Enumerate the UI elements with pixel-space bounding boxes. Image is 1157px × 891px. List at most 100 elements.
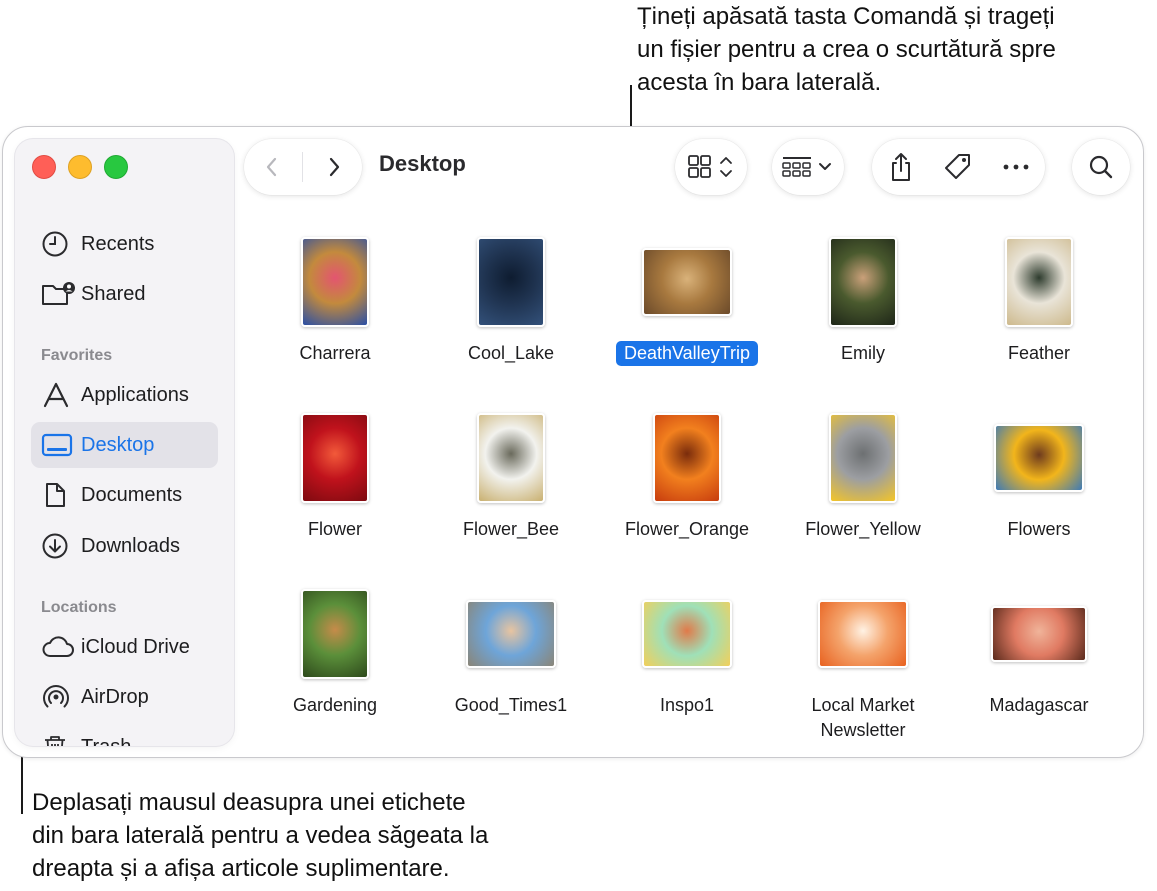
more-button[interactable] [991, 142, 1041, 192]
callout-bottom-line-2: din bara laterală pentru a vedea săgeata… [32, 822, 489, 849]
file-item[interactable]: Local Market Newsletter [775, 579, 951, 743]
file-thumbnail-area [951, 227, 1127, 337]
applications-icon [41, 380, 77, 410]
file-thumbnail[interactable] [301, 589, 369, 679]
actions-group [872, 139, 1045, 195]
search-button[interactable] [1072, 139, 1130, 195]
file-item[interactable]: Feather [951, 227, 1127, 366]
file-item[interactable]: Good_Times1 [423, 579, 599, 718]
file-item[interactable]: Flower_Orange [599, 403, 775, 542]
file-thumbnail[interactable] [653, 413, 721, 503]
locations-header[interactable]: Locations [41, 599, 117, 617]
file-item[interactable]: Emily [775, 227, 951, 366]
file-thumbnail[interactable] [818, 600, 908, 668]
file-item[interactable]: Flower_Yellow [775, 403, 951, 542]
file-label-wrap: Good_Times1 [423, 693, 599, 718]
sidebar-item-documents[interactable]: Documents [31, 472, 218, 518]
file-name[interactable]: Inspo1 [652, 693, 722, 718]
file-item[interactable]: Madagascar [951, 579, 1127, 718]
file-thumbnail[interactable] [301, 413, 369, 503]
favorites-header[interactable]: Favorites [41, 347, 112, 365]
file-label-wrap: Local Market Newsletter [775, 693, 951, 743]
sidebar-item-label: Downloads [81, 534, 180, 557]
file-item[interactable]: Charrera [247, 227, 423, 366]
sidebar-item-desktop[interactable]: Desktop [31, 422, 218, 468]
file-thumbnail[interactable] [829, 413, 897, 503]
callout-bottom: Deplasați mausul deasupra unei etichete … [32, 786, 488, 885]
minimize-window-button[interactable] [68, 155, 92, 179]
sidebar-item-downloads[interactable]: Downloads [31, 523, 218, 569]
file-label-wrap: Inspo1 [599, 693, 775, 718]
close-window-button[interactable] [32, 155, 56, 179]
nav-divider [302, 152, 304, 182]
back-button[interactable] [247, 142, 297, 192]
file-thumbnail[interactable] [991, 606, 1087, 662]
file-item[interactable]: Flowers [951, 403, 1127, 542]
share-button[interactable] [876, 142, 926, 192]
file-thumbnail-area [247, 227, 423, 337]
group-by-button[interactable] [772, 139, 844, 195]
sidebar: Recents Shared Favorites Applications De… [15, 139, 234, 746]
file-name[interactable]: Good_Times1 [447, 693, 575, 718]
file-name[interactable]: Flower [300, 517, 370, 542]
zoom-window-button[interactable] [104, 155, 128, 179]
file-label-wrap: Gardening [247, 693, 423, 718]
more-icon [1003, 164, 1029, 170]
file-name[interactable]: Feather [1000, 341, 1078, 366]
file-thumbnail-area [423, 403, 599, 513]
file-thumbnail[interactable] [477, 413, 545, 503]
file-label-wrap: Flowers [951, 517, 1127, 542]
sidebar-item-icloud-drive[interactable]: iCloud Drive [31, 624, 218, 670]
file-name[interactable]: Madagascar [981, 693, 1096, 718]
file-name[interactable]: Local Market Newsletter [803, 693, 922, 743]
callout-top-line-3: acesta în bara laterală. [637, 69, 882, 96]
file-name[interactable]: Flower_Yellow [797, 517, 928, 542]
file-thumbnail[interactable] [466, 600, 556, 668]
sidebar-item-trash[interactable]: Trash [31, 724, 218, 746]
sidebar-item-applications[interactable]: Applications [31, 372, 218, 418]
window-title: Desktop [379, 151, 466, 176]
file-name[interactable]: Gardening [285, 693, 385, 718]
sidebar-item-airdrop[interactable]: AirDrop [31, 674, 218, 720]
file-item[interactable]: Flower [247, 403, 423, 542]
file-item[interactable]: Inspo1 [599, 579, 775, 718]
file-name[interactable]: Flowers [999, 517, 1078, 542]
forward-button[interactable] [309, 142, 359, 192]
file-item[interactable]: Flower_Bee [423, 403, 599, 542]
file-name[interactable]: Flower_Orange [617, 517, 757, 542]
view-mode-button[interactable] [675, 139, 747, 195]
sidebar-item-shared[interactable]: Shared [31, 271, 218, 317]
file-name[interactable]: Charrera [291, 341, 378, 366]
file-name[interactable]: DeathValleyTrip [615, 341, 759, 366]
group-icon [782, 157, 831, 177]
file-thumbnail-area [599, 579, 775, 689]
file-thumbnail-area [599, 403, 775, 513]
file-name[interactable]: Flower_Bee [455, 517, 567, 542]
file-thumbnail[interactable] [994, 424, 1084, 492]
file-thumbnail[interactable] [301, 237, 369, 327]
file-thumbnail[interactable] [642, 600, 732, 668]
back-icon [266, 157, 276, 177]
file-thumbnail[interactable] [1005, 237, 1073, 327]
file-thumbnail-area [775, 227, 951, 337]
file-name[interactable]: Cool_Lake [460, 341, 562, 366]
file-label-wrap: Flower_Yellow [775, 517, 951, 542]
file-thumbnail-area [599, 227, 775, 337]
file-thumbnail[interactable] [642, 248, 732, 316]
file-item[interactable]: Cool_Lake [423, 227, 599, 366]
file-item[interactable]: Gardening [247, 579, 423, 718]
sidebar-item-label: Recents [81, 232, 155, 255]
file-thumbnail[interactable] [829, 237, 897, 327]
file-thumbnail[interactable] [477, 237, 545, 327]
file-thumbnail-area [775, 579, 951, 689]
file-label-wrap: Feather [951, 341, 1127, 366]
file-name[interactable]: Emily [833, 341, 893, 366]
file-thumbnail-area [423, 227, 599, 337]
sidebar-item-recents[interactable]: Recents [31, 221, 218, 267]
file-thumbnail-area [247, 403, 423, 513]
file-item[interactable]: DeathValleyTrip [599, 227, 775, 366]
tag-button[interactable] [933, 142, 983, 192]
navigation-group [244, 139, 362, 195]
file-label-wrap: Madagascar [951, 693, 1127, 718]
file-label-wrap: Flower_Orange [599, 517, 775, 542]
